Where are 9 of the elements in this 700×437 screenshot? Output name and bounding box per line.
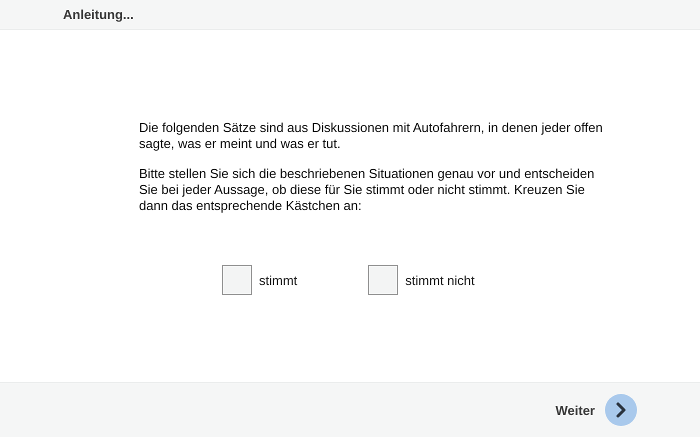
checkbox-label: stimmt	[259, 272, 298, 288]
page-title: Anleitung...	[63, 7, 134, 22]
checkbox[interactable]	[222, 265, 252, 295]
next-button[interactable]: Weiter	[556, 394, 637, 426]
next-icon	[605, 394, 637, 426]
instruction-text: Bitte stellen Sie sich die beschriebenen Situationen genau vor und entscheiden Sie bei jeder Aussage, ob diese für Sie stimmt oder nicht stimmt. Kreuzen Sie dann das entsprechende Kästchen an:	[139, 166, 596, 214]
checkbox[interactable]	[368, 265, 398, 295]
checkbox-label: stimmt nicht	[405, 272, 475, 288]
instruction-text: Die folgenden Sätze sind aus Diskussionen mit Autofahrern, in denen jeder offen sagte, was er meint und was er tut.	[139, 120, 604, 152]
